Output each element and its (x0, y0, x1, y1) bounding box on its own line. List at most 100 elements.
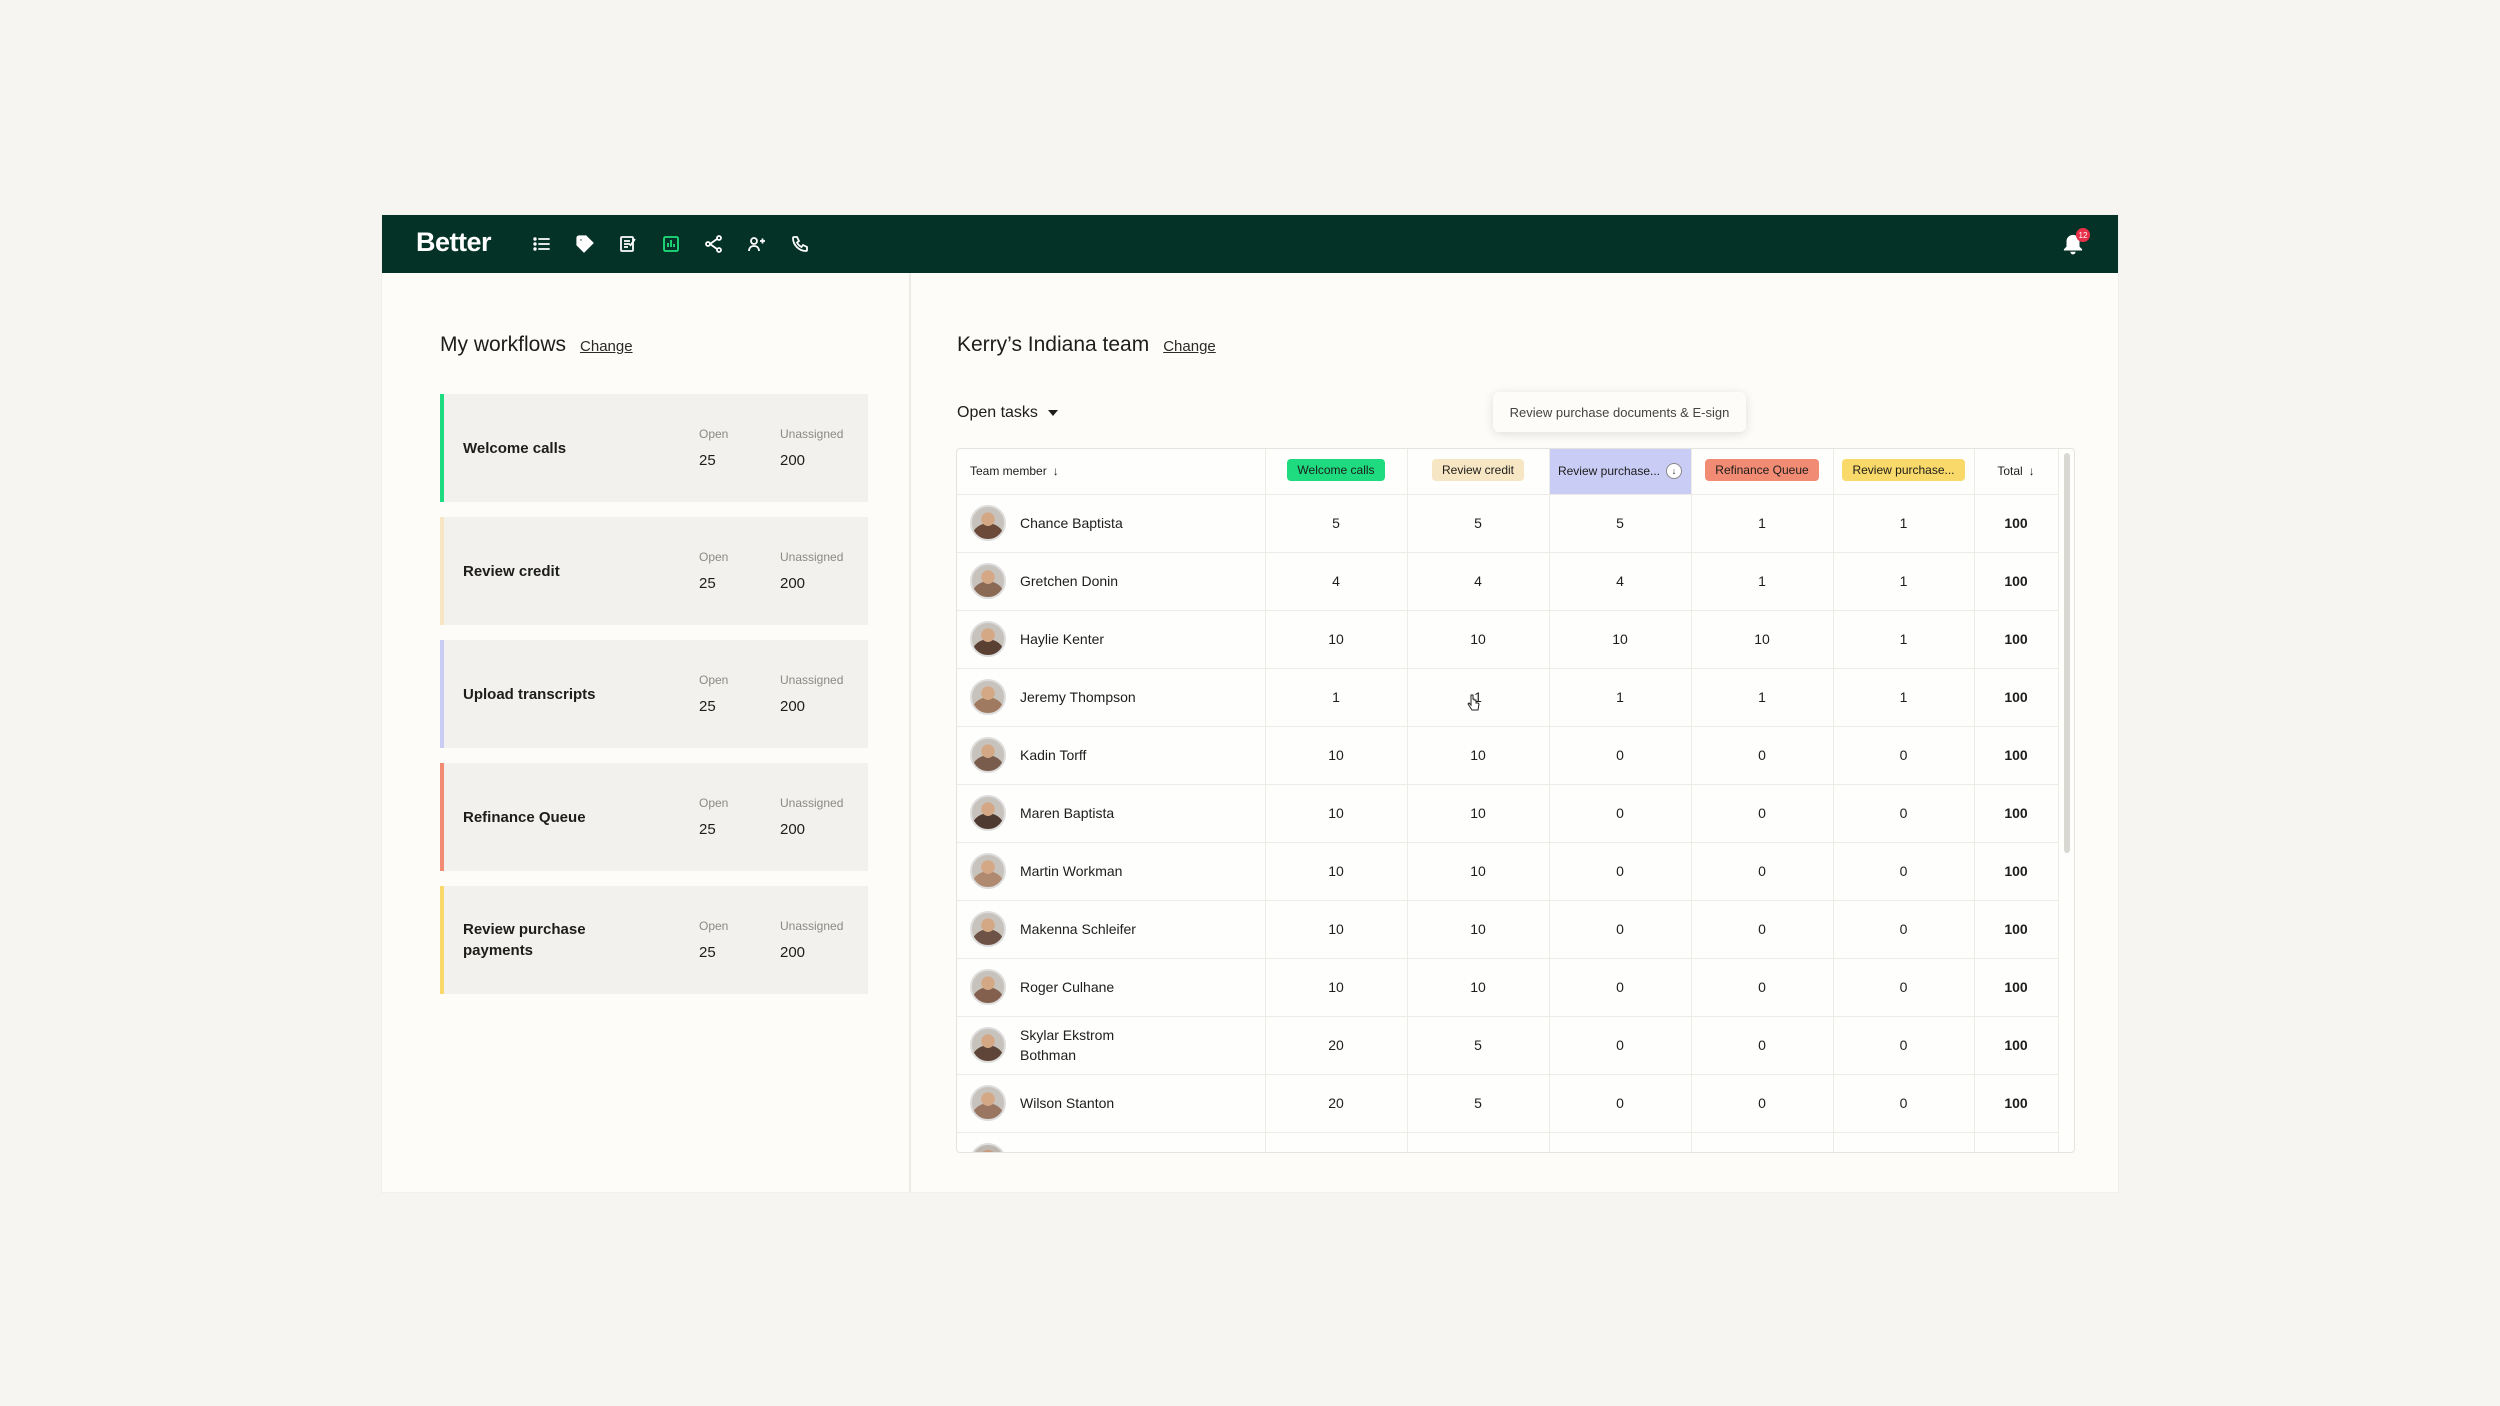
task-count-cell[interactable]: 4 (1407, 552, 1550, 611)
table-scrollbar[interactable] (2064, 453, 2070, 853)
task-count-cell[interactable]: 10 (1265, 842, 1408, 901)
team-member-name[interactable]: Jeremy Thompson (1020, 687, 1136, 707)
change-workflows-link[interactable]: Change (580, 338, 633, 355)
team-member-name[interactable]: Wilson Stanton (1020, 1093, 1114, 1113)
team-member-name[interactable]: Martin Workman (1020, 861, 1122, 881)
workflow-card[interactable]: Review credit Open 25 Unassigned 200 (440, 517, 868, 625)
task-count-cell[interactable]: 1 (1833, 610, 1975, 669)
task-count-cell[interactable]: 0 (1549, 900, 1692, 959)
team-member-name[interactable]: Gretchen Donin (1020, 571, 1118, 591)
task-count-cell[interactable]: 5 (1407, 1016, 1550, 1075)
table-row[interactable]: Wilson Stanton 20 5 0 0 0 100 (957, 1074, 2059, 1133)
task-count-cell[interactable]: 10 (1407, 726, 1550, 785)
task-count-cell[interactable]: 0 (1549, 784, 1692, 843)
task-count-cell[interactable]: 4 (1549, 552, 1692, 611)
table-row[interactable]: Jeremy Thompson 1 1 1 1 1 100 (957, 668, 2059, 727)
task-count-cell[interactable]: 10 (1407, 842, 1550, 901)
task-count-cell[interactable]: 5 (1407, 494, 1550, 553)
team-member-name[interactable]: Roger Culhane (1020, 977, 1114, 997)
task-count-cell[interactable]: 1 (1833, 494, 1975, 553)
task-count-cell[interactable]: 0 (1691, 1016, 1834, 1075)
open-tasks-dropdown[interactable]: Open tasks (957, 404, 1058, 422)
task-count-cell[interactable]: 1 (1833, 668, 1975, 727)
task-count-cell[interactable]: 20 (1265, 1074, 1408, 1133)
team-member-name[interactable]: Haylie Kenter (1020, 629, 1104, 649)
task-count-cell[interactable]: 0 (1549, 1074, 1692, 1133)
list-icon[interactable] (528, 230, 556, 258)
task-count-cell[interactable]: 0 (1691, 1074, 1834, 1133)
table-row[interactable]: Kadin Torff 10 10 0 0 0 100 (957, 726, 2059, 785)
task-count-cell[interactable]: 10 (1407, 784, 1550, 843)
table-row[interactable]: Roger Culhane 10 10 0 0 0 100 (957, 958, 2059, 1017)
task-count-cell[interactable]: 10 (1265, 784, 1408, 843)
phone-icon[interactable] (786, 230, 814, 258)
task-count-cell[interactable]: 10 (1407, 610, 1550, 669)
task-count-cell[interactable]: 5 (1265, 494, 1408, 553)
team-member-name[interactable]: Chance Baptista (1020, 513, 1123, 533)
task-count-cell[interactable]: 0 (1833, 726, 1975, 785)
team-member-name[interactable]: Maren Baptista (1020, 803, 1114, 823)
chart-icon[interactable] (657, 230, 685, 258)
task-count-cell[interactable]: 0 (1691, 726, 1834, 785)
team-member-column-header[interactable]: Team member ↓ (957, 449, 1266, 495)
review-purchase-docs-column-header[interactable]: Review purchase... ↓ (1549, 449, 1692, 495)
table-row[interactable]: Haylie Kenter 10 10 10 10 1 100 (957, 610, 2059, 669)
task-count-cell[interactable]: 1 (1691, 668, 1834, 727)
workflow-card[interactable]: Refinance Queue Open 25 Unassigned 200 (440, 763, 868, 871)
change-team-link[interactable]: Change (1163, 338, 1216, 355)
task-count-cell[interactable]: 0 (1833, 1016, 1975, 1075)
team-member-name[interactable]: Makenna Schleifer (1020, 919, 1136, 939)
task-count-cell[interactable]: 1 (1549, 668, 1692, 727)
table-row[interactable]: Chance Baptista 5 5 5 1 1 100 (957, 494, 2059, 553)
workflow-card[interactable]: Welcome calls Open 25 Unassigned 200 (440, 394, 868, 502)
review-purchase-payments-column-header[interactable]: Review purchase... (1833, 449, 1975, 495)
task-count-cell[interactable]: 0 (1549, 726, 1692, 785)
team-member-name[interactable]: Skylar Ekstrom Bothman (1020, 1025, 1140, 1065)
workflow-card[interactable]: Upload transcripts Open 25 Unassigned 200 (440, 640, 868, 748)
task-count-cell[interactable]: 1 (1691, 494, 1834, 553)
task-count-cell[interactable]: 0 (1549, 842, 1692, 901)
brand-logo[interactable]: Better (416, 227, 492, 258)
tag-icon[interactable] (571, 230, 599, 258)
task-count-cell[interactable]: 10 (1265, 900, 1408, 959)
task-count-cell[interactable]: 1 (1691, 552, 1834, 611)
task-count-cell[interactable]: 5 (1407, 1074, 1550, 1133)
task-count-cell[interactable]: 0 (1691, 784, 1834, 843)
refinance-queue-column-header[interactable]: Refinance Queue (1691, 449, 1834, 495)
task-count-cell[interactable]: 5 (1549, 494, 1692, 553)
task-count-cell[interactable]: 0 (1833, 1074, 1975, 1133)
task-count-cell[interactable]: 1 (1833, 552, 1975, 611)
review-credit-column-header[interactable]: Review credit (1407, 449, 1550, 495)
task-count-cell[interactable]: 0 (1549, 1016, 1692, 1075)
table-row[interactable]: Makenna Schleifer 10 10 0 0 0 100 (957, 900, 2059, 959)
share-icon[interactable] (700, 230, 728, 258)
workflow-card[interactable]: Review purchase payments Open 25 Unassigned… (440, 886, 868, 994)
task-count-cell[interactable]: 10 (1265, 958, 1408, 1017)
table-row[interactable] (957, 1132, 2059, 1152)
notes-icon[interactable] (614, 230, 642, 258)
sort-down-icon[interactable]: ↓ (1666, 463, 1683, 480)
team-member-name[interactable]: Kadin Torff (1020, 745, 1086, 765)
task-count-cell[interactable]: 10 (1691, 610, 1834, 669)
table-row[interactable]: Martin Workman 10 10 0 0 0 100 (957, 842, 2059, 901)
task-count-cell[interactable]: 0 (1691, 842, 1834, 901)
task-count-cell[interactable]: 0 (1691, 958, 1834, 1017)
task-count-cell[interactable]: 0 (1833, 900, 1975, 959)
task-count-cell[interactable]: 0 (1833, 958, 1975, 1017)
task-count-cell[interactable]: 0 (1691, 900, 1834, 959)
task-count-cell[interactable]: 1 (1265, 668, 1408, 727)
table-row[interactable]: Maren Baptista 10 10 0 0 0 100 (957, 784, 2059, 843)
table-row[interactable]: Skylar Ekstrom Bothman 20 5 0 0 0 100 (957, 1016, 2059, 1075)
task-count-cell[interactable]: 0 (1833, 784, 1975, 843)
table-row[interactable]: Gretchen Donin 4 4 4 1 1 100 (957, 552, 2059, 611)
notifications-button[interactable]: 12 (2060, 228, 2090, 259)
task-count-cell[interactable]: 10 (1265, 610, 1408, 669)
total-column-header[interactable]: Total ↓ (1974, 449, 2059, 495)
task-count-cell[interactable]: 10 (1407, 958, 1550, 1017)
task-count-cell[interactable]: 10 (1265, 726, 1408, 785)
users-icon[interactable] (743, 230, 771, 258)
task-count-cell[interactable]: 20 (1265, 1016, 1408, 1075)
task-count-cell[interactable]: 0 (1549, 958, 1692, 1017)
task-count-cell[interactable]: 0 (1833, 842, 1975, 901)
task-count-cell[interactable]: 10 (1407, 900, 1550, 959)
